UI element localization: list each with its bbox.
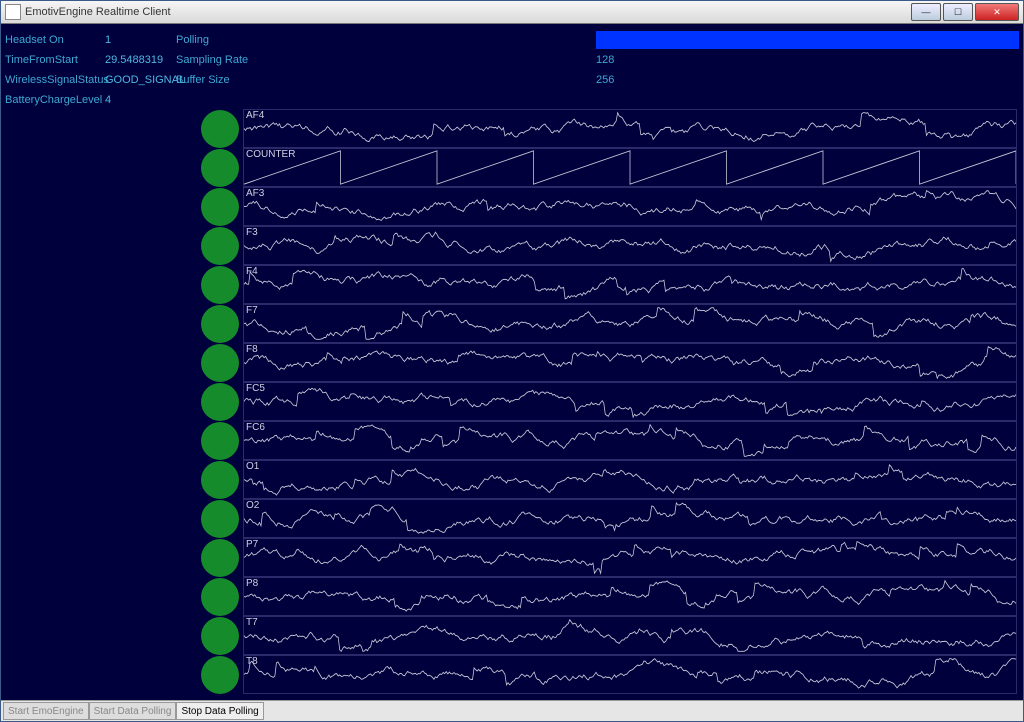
waveform-plot: COUNTER (243, 148, 1017, 187)
channel-row: F7 (201, 304, 1017, 343)
info-panel: Polling Sampling Rate 128 Buffer Size 25… (176, 30, 1019, 90)
waveform-plot: T7 (243, 616, 1017, 655)
signal-indicator-icon (201, 227, 239, 265)
channel-row: AF3 (201, 187, 1017, 226)
channel-row: F3 (201, 226, 1017, 265)
polling-label: Polling (176, 34, 596, 46)
channel-label: COUNTER (246, 149, 295, 160)
signal-indicator-icon (201, 617, 239, 655)
signal-indicator-icon (201, 110, 239, 148)
signal-indicator-icon (201, 344, 239, 382)
channel-row: O1 (201, 460, 1017, 499)
channel-row: P8 (201, 577, 1017, 616)
buffer-size-label: Buffer Size (176, 74, 596, 86)
window-title: EmotivEngine Realtime Client (25, 6, 171, 18)
titlebar[interactable]: EmotivEngine Realtime Client — ☐ ✕ (1, 1, 1023, 24)
channel-label: F3 (246, 227, 258, 238)
polling-progress-bar (596, 31, 1019, 49)
channel-row: F8 (201, 343, 1017, 382)
signal-indicator-icon (201, 656, 239, 694)
channel-row: COUNTER (201, 148, 1017, 187)
waveform-plot: FC6 (243, 421, 1017, 460)
app-icon (5, 4, 21, 20)
channel-label: T8 (246, 656, 258, 667)
sampling-rate-value: 128 (596, 54, 614, 66)
maximize-button[interactable]: ☐ (943, 3, 973, 21)
channel-row: AF4 (201, 109, 1017, 148)
channel-label: F4 (246, 266, 258, 277)
signal-indicator-icon (201, 305, 239, 343)
channel-label: F8 (246, 344, 258, 355)
waveform-plot: AF3 (243, 187, 1017, 226)
waveform-plot: F4 (243, 265, 1017, 304)
signal-indicator-icon (201, 578, 239, 616)
time-from-start-value: 29.5488319 (105, 54, 163, 66)
signal-indicator-icon (201, 539, 239, 577)
signal-indicator-icon (201, 149, 239, 187)
start-emoengine-button[interactable]: Start EmoEngine (3, 702, 89, 720)
channel-label: O2 (246, 500, 259, 511)
waveform-plot: F8 (243, 343, 1017, 382)
waveform-plot: F7 (243, 304, 1017, 343)
channel-label: O1 (246, 461, 259, 472)
waveform-plot: P8 (243, 577, 1017, 616)
channel-label: T7 (246, 617, 258, 628)
wireless-signal-value: GOOD_SIGNAL (105, 74, 185, 86)
close-button[interactable]: ✕ (975, 3, 1019, 21)
buffer-size-value: 256 (596, 74, 614, 86)
channel-row: FC6 (201, 421, 1017, 460)
channel-area: AF4 COUNTER AF3 F3 F4 F7 F8 FC5 FC6 O1 O2 P7 P8 T7 T8 (201, 109, 1017, 694)
waveform-plot: T8 (243, 655, 1017, 694)
sampling-rate-label: Sampling Rate (176, 54, 596, 66)
signal-indicator-icon (201, 266, 239, 304)
battery-level-label: BatteryChargeLevel (5, 94, 105, 106)
wireless-signal-label: WirelessSignalStatus (5, 74, 105, 86)
headset-on-label: Headset On (5, 34, 105, 46)
channel-label: FC5 (246, 383, 265, 394)
app-window: EmotivEngine Realtime Client — ☐ ✕ Heads… (0, 0, 1024, 722)
signal-indicator-icon (201, 188, 239, 226)
channel-label: AF3 (246, 188, 264, 199)
time-from-start-label: TimeFromStart (5, 54, 105, 66)
channel-label: AF4 (246, 110, 264, 121)
headset-on-value: 1 (105, 34, 111, 46)
status-panel: Headset On 1 TimeFromStart 29.5488319 Wi… (5, 30, 175, 110)
signal-indicator-icon (201, 461, 239, 499)
channel-label: FC6 (246, 422, 265, 433)
waveform-plot: AF4 (243, 109, 1017, 148)
waveform-plot: O1 (243, 460, 1017, 499)
channel-row: T7 (201, 616, 1017, 655)
signal-indicator-icon (201, 500, 239, 538)
minimize-button[interactable]: — (911, 3, 941, 21)
waveform-plot: F3 (243, 226, 1017, 265)
footer-toolbar: Start EmoEngine Start Data Polling Stop … (1, 700, 1023, 721)
start-data-polling-button[interactable]: Start Data Polling (89, 702, 177, 720)
waveform-plot: P7 (243, 538, 1017, 577)
channel-label: P7 (246, 539, 258, 550)
channel-row: F4 (201, 265, 1017, 304)
signal-indicator-icon (201, 383, 239, 421)
waveform-plot: FC5 (243, 382, 1017, 421)
channel-row: O2 (201, 499, 1017, 538)
channel-label: P8 (246, 578, 258, 589)
battery-level-value: 4 (105, 94, 111, 106)
channel-row: P7 (201, 538, 1017, 577)
app-body: Headset On 1 TimeFromStart 29.5488319 Wi… (1, 24, 1023, 700)
channel-label: F7 (246, 305, 258, 316)
stop-data-polling-button[interactable]: Stop Data Polling (176, 702, 263, 720)
channel-row: T8 (201, 655, 1017, 694)
waveform-plot: O2 (243, 499, 1017, 538)
channel-row: FC5 (201, 382, 1017, 421)
signal-indicator-icon (201, 422, 239, 460)
